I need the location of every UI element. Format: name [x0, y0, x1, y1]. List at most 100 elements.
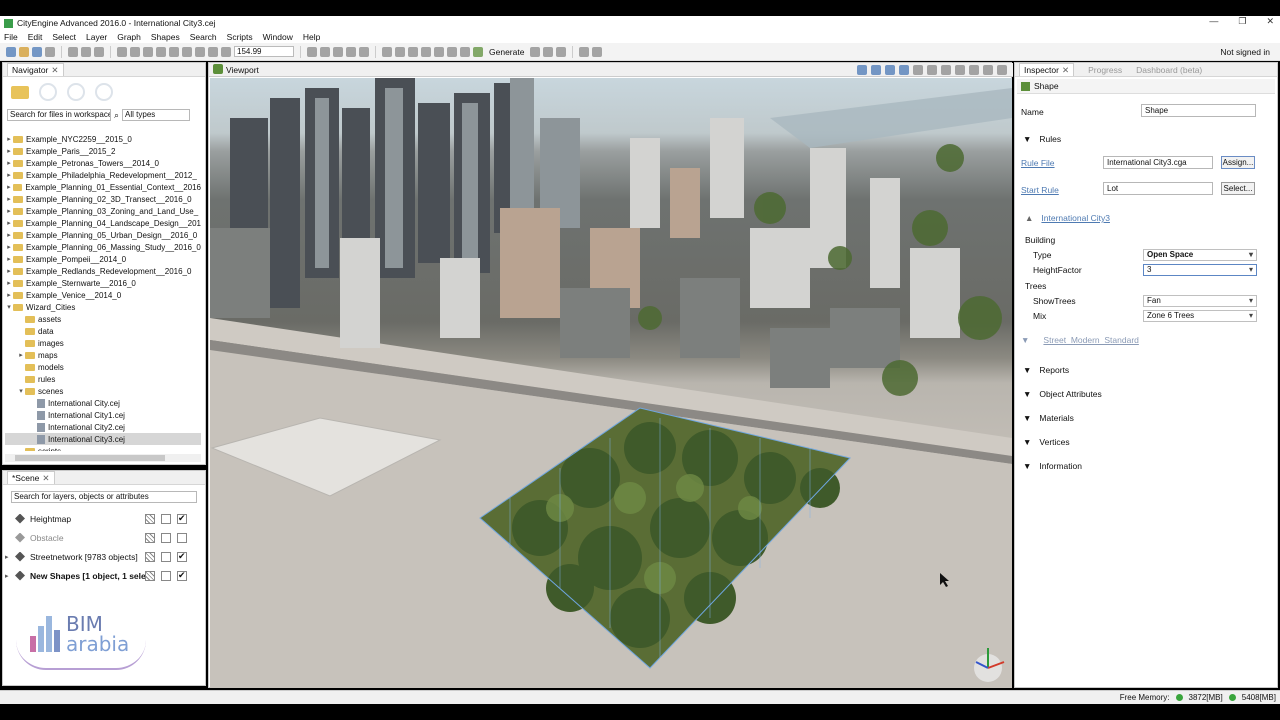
layer-row[interactable]: Heightmap	[3, 509, 205, 528]
scale-icon[interactable]	[143, 46, 153, 57]
horizontal-scrollbar[interactable]	[5, 454, 201, 462]
3d-viewport-canvas[interactable]	[210, 78, 1012, 688]
tree-item[interactable]: ▸ Example_Philadelphia_Redevelopment__201…	[5, 169, 201, 181]
tab-inspector[interactable]: Inspector ✕	[1019, 63, 1075, 76]
shape-tool-1-icon[interactable]	[382, 46, 392, 57]
tab-navigator[interactable]: Navigator ✕	[7, 63, 64, 76]
tree-item[interactable]: ▸ Example_Paris__2015_2	[5, 145, 201, 157]
locked-checkbox[interactable]	[145, 570, 155, 581]
tree-item[interactable]: data	[5, 325, 201, 337]
view-mode-4-icon[interactable]	[899, 65, 909, 75]
tree-item[interactable]: ▸ Example_Planning_04_Landscape_Design__2…	[5, 217, 201, 229]
menu-edit[interactable]: Edit	[28, 32, 43, 42]
tree-item[interactable]: ▸ Example_Planning_06_Massing_Study__2016…	[5, 241, 201, 253]
shape-tool-5-icon[interactable]	[434, 46, 444, 57]
locked-checkbox[interactable]	[145, 513, 155, 524]
new-icon[interactable]	[6, 46, 16, 57]
chevron-right-icon[interactable]: ▸	[5, 195, 13, 203]
maximize-view-icon[interactable]	[997, 65, 1007, 75]
close-button[interactable]: ✕	[1266, 16, 1274, 27]
copy-icon[interactable]	[81, 46, 91, 57]
type-filter-select[interactable]: All types	[122, 109, 191, 121]
gen-tool-3-icon[interactable]	[556, 46, 567, 57]
dim-tool-icon[interactable]	[359, 46, 369, 57]
close-icon[interactable]: ✕	[51, 65, 58, 76]
shape-tool-7-icon[interactable]	[460, 46, 470, 57]
minimize-button[interactable]: —	[1209, 16, 1218, 27]
menu-select[interactable]: Select	[52, 32, 76, 42]
vertices-section[interactable]: ▼ Vertices	[1023, 437, 1070, 447]
layer-row[interactable]: Obstacle	[3, 528, 205, 547]
zoom-field[interactable]: 154.99	[234, 46, 294, 57]
zoom-out-icon[interactable]	[221, 46, 231, 57]
select-rule-button[interactable]: Select...	[1221, 182, 1255, 195]
tree-item[interactable]: ▸ Example_Pompeii__2014_0	[5, 253, 201, 265]
type-select[interactable]: Open Space	[1143, 249, 1257, 261]
tree-item[interactable]: rules	[5, 373, 201, 385]
tree-item[interactable]: models	[5, 361, 201, 373]
tree-item[interactable]: ▸ maps	[5, 349, 201, 361]
rule-group-header[interactable]: ▲ International City3	[1025, 213, 1110, 223]
open-icon[interactable]	[19, 46, 29, 57]
tree-item[interactable]: International City.cej	[5, 397, 201, 409]
save-all-icon[interactable]	[45, 46, 55, 57]
chevron-right-icon[interactable]: ▸	[5, 231, 13, 239]
tree-item[interactable]: ▾ scenes	[5, 385, 201, 397]
tree-item[interactable]: assets	[5, 313, 201, 325]
chevron-right-icon[interactable]: ▸	[5, 291, 13, 299]
tree-item[interactable]: ▸ Example_Venice__2014_0	[5, 289, 201, 301]
shape-tool-6-icon[interactable]	[447, 46, 457, 57]
poly-tool-icon[interactable]	[320, 46, 330, 57]
edit-tool-icon[interactable]	[346, 46, 356, 57]
pan-icon[interactable]	[169, 46, 179, 57]
rule-file-field[interactable]: International City3.cga	[1103, 156, 1213, 169]
move-icon[interactable]	[117, 46, 127, 57]
signed-in-status[interactable]: Not signed in	[1220, 47, 1270, 57]
cloud-icon[interactable]	[592, 46, 603, 57]
enabled-checkbox[interactable]	[177, 513, 187, 524]
heightfactor-select[interactable]: 3	[1143, 264, 1257, 276]
rule-group-link[interactable]: International City3	[1041, 213, 1110, 223]
visible-checkbox[interactable]	[161, 570, 171, 581]
menu-search[interactable]: Search	[190, 32, 217, 42]
showtrees-select[interactable]: Fan	[1143, 295, 1257, 307]
chevron-right-icon[interactable]: ▸	[5, 255, 13, 263]
layer-search-input[interactable]: Search for layers, objects or attributes	[11, 491, 197, 503]
bookmark-icon[interactable]	[927, 65, 937, 75]
chevron-down-icon[interactable]: ▾	[5, 303, 13, 311]
shape-tool-2-icon[interactable]	[395, 46, 405, 57]
chevron-right-icon[interactable]: ▸	[5, 243, 13, 251]
menu-shapes[interactable]: Shapes	[151, 32, 180, 42]
paste-icon[interactable]	[94, 46, 104, 57]
tree-item[interactable]: International City2.cej	[5, 421, 201, 433]
close-icon[interactable]: ✕	[42, 473, 49, 484]
tree-item[interactable]: ▾ Wizard_Cities	[5, 301, 201, 313]
visible-checkbox[interactable]	[161, 513, 171, 524]
tree-item[interactable]: ▸ Example_NYC2259__2015_0	[5, 133, 201, 145]
reports-section[interactable]: ▼ Reports	[1023, 365, 1069, 375]
object-attributes-section[interactable]: ▼ Object Attributes	[1023, 389, 1102, 399]
light-icon[interactable]	[579, 46, 590, 57]
chevron-right-icon[interactable]: ▸	[5, 183, 13, 191]
visible-checkbox[interactable]	[161, 551, 171, 562]
minimize-view-icon[interactable]	[983, 65, 993, 75]
shape-tool-4-icon[interactable]	[421, 46, 431, 57]
enabled-checkbox[interactable]	[177, 532, 187, 543]
chevron-right-icon[interactable]: ▸	[5, 207, 13, 215]
portal-icon[interactable]	[67, 83, 85, 101]
render-icon[interactable]	[955, 65, 965, 75]
layer-row[interactable]: ▸ Streetnetwork [9783 objects]	[3, 547, 205, 566]
tree-item[interactable]: International City3.cej	[5, 433, 201, 445]
zoom-in-icon[interactable]	[208, 46, 218, 57]
globe-icon[interactable]	[39, 83, 57, 101]
rect-tool-icon[interactable]	[333, 46, 343, 57]
shape-tool-3-icon[interactable]	[408, 46, 418, 57]
maximize-button[interactable]: ❐	[1238, 16, 1246, 27]
locked-checkbox[interactable]	[145, 551, 155, 562]
tree-item[interactable]: ▸ Example_Redlands_Redevelopment__2016_0	[5, 265, 201, 277]
enabled-checkbox[interactable]	[177, 551, 187, 562]
select-icon[interactable]	[156, 46, 166, 57]
cloud-icon[interactable]	[95, 83, 113, 101]
menu-help[interactable]: Help	[303, 32, 320, 42]
tree-item[interactable]: ▸ Example_Planning_03_Zoning_and_Land_Use…	[5, 205, 201, 217]
